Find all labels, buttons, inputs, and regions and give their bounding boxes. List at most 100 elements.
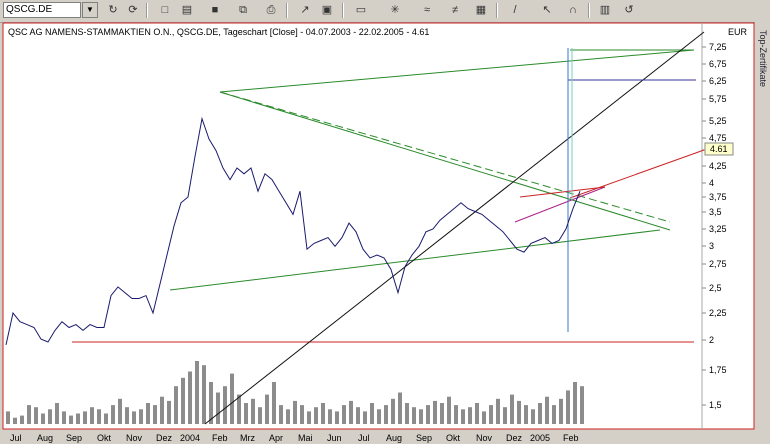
volume-bar xyxy=(13,417,17,424)
x-tick-label: Okt xyxy=(446,433,461,443)
volume-bar xyxy=(230,373,234,424)
volume-bar xyxy=(188,371,192,424)
x-tick-label: Mai xyxy=(298,433,313,443)
volume-bar xyxy=(461,409,465,424)
volume-bar xyxy=(482,411,486,424)
volume-bar xyxy=(34,407,38,424)
y-tick-label: 3,5 xyxy=(709,207,722,217)
last-price-label: 4.61 xyxy=(710,144,728,154)
volume-bar xyxy=(272,382,276,424)
volume-bar xyxy=(216,392,220,424)
volume-bar xyxy=(118,398,122,424)
x-tick-label: Jul xyxy=(358,433,370,443)
volume-bar xyxy=(97,409,101,424)
volume-bar xyxy=(132,411,136,424)
x-tick-label: Mrz xyxy=(240,433,255,443)
volume-bar xyxy=(286,409,290,424)
y-tick-label: 6,75 xyxy=(709,59,727,69)
volume-bar xyxy=(41,413,45,424)
volume-bar xyxy=(496,398,500,424)
volume-bar xyxy=(6,411,10,424)
volume-bar xyxy=(384,405,388,424)
x-tick-label: Aug xyxy=(386,433,402,443)
volume-bar xyxy=(566,390,570,424)
volume-bar xyxy=(363,411,367,424)
x-tick-label: 2004 xyxy=(180,433,200,443)
volume-bar xyxy=(447,396,451,424)
volume-bar xyxy=(223,386,227,424)
volume-bar xyxy=(489,405,493,424)
volume-bar xyxy=(314,407,318,424)
volume-bar xyxy=(510,394,514,424)
volume-bar xyxy=(111,405,115,424)
x-tick-label: Nov xyxy=(126,433,143,443)
volume-bar xyxy=(517,400,521,424)
y-tick-label: 3,25 xyxy=(709,224,727,234)
volume-bar xyxy=(475,403,479,424)
y-tick-label: 6,25 xyxy=(709,76,727,86)
x-tick-label: Jun xyxy=(327,433,342,443)
volume-bar xyxy=(440,403,444,424)
volume-bar xyxy=(559,398,563,424)
volume-bar xyxy=(139,409,143,424)
volume-bar xyxy=(251,398,255,424)
volume-bar xyxy=(580,386,584,424)
volume-bar xyxy=(405,403,409,424)
volume-bar xyxy=(104,413,108,424)
y-tick-label: 5,25 xyxy=(709,116,727,126)
volume-bar xyxy=(349,400,353,424)
y-tick-label: 5,75 xyxy=(709,94,727,104)
x-tick-label: Dez xyxy=(506,433,523,443)
volume-bar xyxy=(153,405,157,424)
volume-bar xyxy=(398,392,402,424)
volume-bar xyxy=(538,403,542,424)
volume-bar xyxy=(433,400,437,424)
x-tick-label: Nov xyxy=(476,433,493,443)
x-tick-label: Feb xyxy=(563,433,579,443)
volume-bar xyxy=(391,398,395,424)
x-tick-label: Sep xyxy=(66,433,82,443)
volume-bar xyxy=(62,411,66,424)
volume-bar xyxy=(55,403,59,424)
volume-bar xyxy=(244,403,248,424)
y-tick-label: 2 xyxy=(709,335,714,345)
volume-bar xyxy=(76,413,80,424)
volume-bar xyxy=(181,377,185,424)
price-chart[interactable]: QSC AG NAMENS-STAMMAKTIEN O.N., QSCG.DE,… xyxy=(0,0,770,444)
volume-bar xyxy=(160,396,164,424)
volume-bar xyxy=(321,403,325,424)
x-tick-label: 2005 xyxy=(530,433,550,443)
volume-bar xyxy=(370,403,374,424)
volume-bar xyxy=(83,411,87,424)
volume-bar xyxy=(258,407,262,424)
y-tick-label: 4,75 xyxy=(709,133,727,143)
x-tick-labels: Jul Aug Sep Okt Nov Dez 2004 Feb Mrz Apr Mai Jun Jul… xyxy=(10,433,579,443)
y-tick-label: 2,75 xyxy=(709,259,727,269)
y-tick-label: 1,5 xyxy=(709,400,722,410)
volume-bar xyxy=(125,407,129,424)
y-tick-label: 4,25 xyxy=(709,161,727,171)
y-tick-label: 1,75 xyxy=(709,365,727,375)
volume-bar xyxy=(531,409,535,424)
volume-bar xyxy=(328,409,332,424)
x-tick-label: Feb xyxy=(212,433,228,443)
volume-bar xyxy=(356,407,360,424)
y-tick-label: 4 xyxy=(709,178,714,188)
volume-bar xyxy=(573,382,577,424)
chart-title: QSC AG NAMENS-STAMMAKTIEN O.N., QSCG.DE,… xyxy=(8,27,429,37)
volume-bar xyxy=(174,386,178,424)
currency-label: EUR xyxy=(728,27,748,37)
volume-bar xyxy=(146,403,150,424)
volume-bar xyxy=(300,405,304,424)
volume-bar xyxy=(524,405,528,424)
volume-bar xyxy=(265,394,269,424)
volume-bar xyxy=(377,409,381,424)
volume-bar xyxy=(426,405,430,424)
x-tick-label: Jul xyxy=(10,433,22,443)
volume-bar xyxy=(279,405,283,424)
volume-bar xyxy=(552,405,556,424)
volume-bar xyxy=(503,407,507,424)
volume-bar xyxy=(412,407,416,424)
y-tick-label: 7,25 xyxy=(709,42,727,52)
x-tick-label: Sep xyxy=(416,433,432,443)
